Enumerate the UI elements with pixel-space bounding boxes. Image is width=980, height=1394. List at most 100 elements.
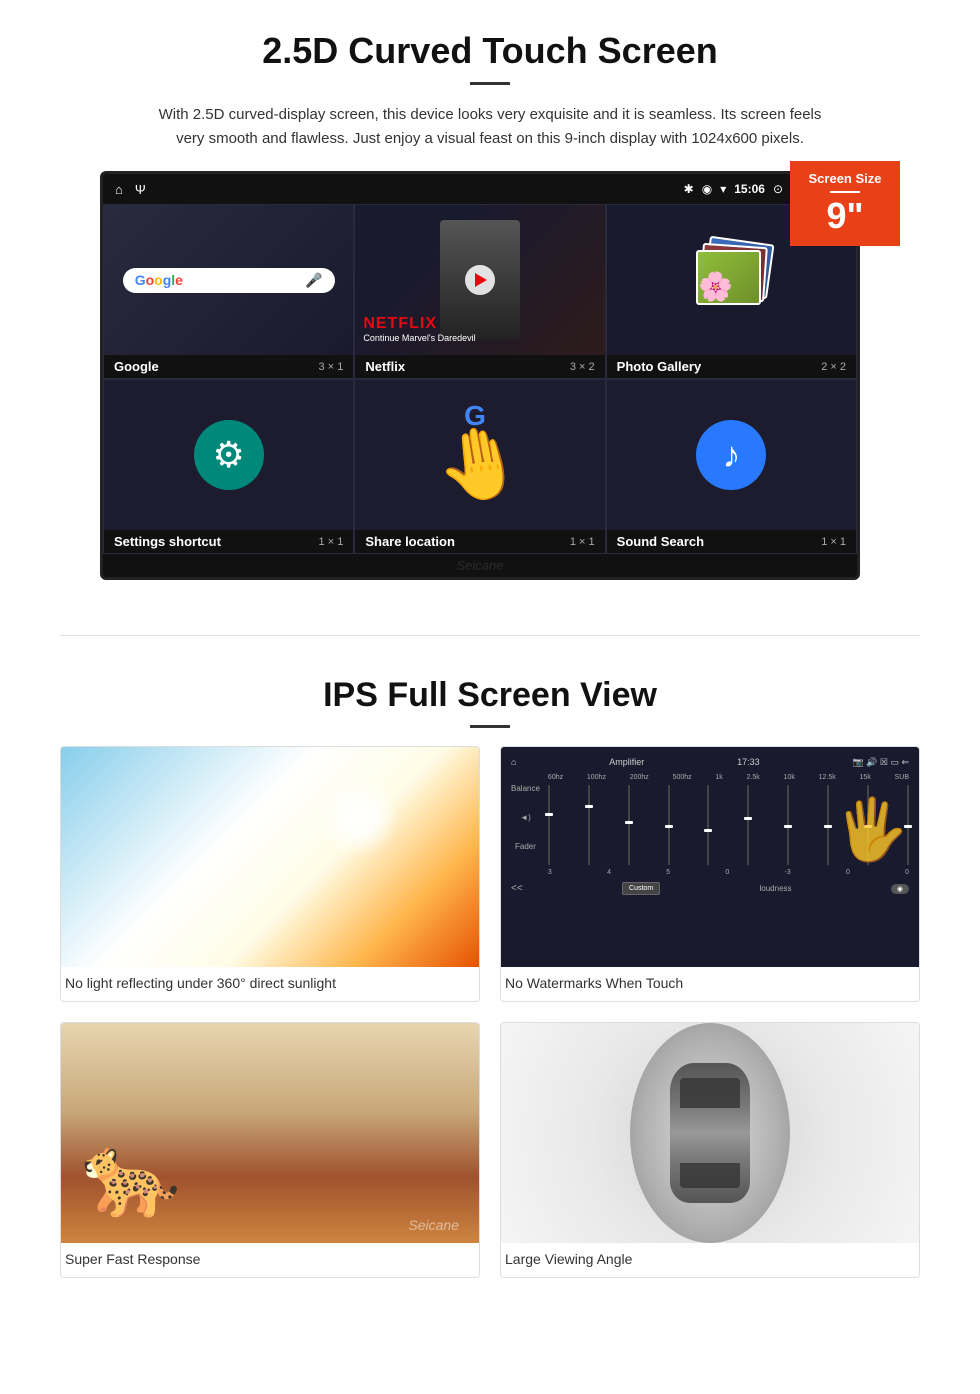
amp-db-labels: 3450-300 [548, 869, 909, 876]
status-bar-left [115, 182, 146, 197]
music-note-icon: ♪ [722, 434, 740, 476]
sound-search-label-row: Sound Search 1 × 1 [607, 530, 856, 553]
watermark-text: Seicane [457, 558, 504, 573]
section2: IPS Full Screen View No light reflecting… [0, 666, 980, 1318]
loc-icon [702, 182, 712, 196]
photo-card-3: 🌸 [696, 250, 761, 305]
settings-app-name: Settings shortcut [114, 534, 221, 549]
eq-thumb-3 [625, 821, 633, 824]
app-cell-share-location[interactable]: G 🤚 Share location 1 × 1 [354, 379, 605, 554]
cheetah-image: 🐆 Seicane [61, 1023, 479, 1243]
amp-status-bar: ⌂ Amplifier 17:33 📷 🔊 ☒ ▭ ⇐ [511, 757, 909, 768]
google-bg: Google 🎤 [104, 205, 353, 355]
badge-divider [830, 191, 860, 193]
eq-slider-1[interactable] [548, 785, 550, 865]
eq-slider-5[interactable] [707, 785, 709, 865]
share-location-label-row: Share location 1 × 1 [355, 530, 604, 553]
car-top-caption: Large Viewing Angle [501, 1243, 919, 1277]
google-search-bar[interactable]: Google 🎤 [123, 268, 335, 293]
screen-size-badge: Screen Size 9" [790, 161, 900, 246]
sound-search-bg: ♪ [607, 380, 856, 530]
app-cell-settings[interactable]: ⚙ Settings shortcut 1 × 1 [103, 379, 354, 554]
share-location-app-grid: 1 × 1 [570, 536, 595, 548]
eq-thumb-4 [665, 825, 673, 828]
section1-title-divider [470, 82, 510, 85]
netflix-label-row: Netflix 3 × 2 [355, 355, 604, 378]
netflix-logo-text: NETFLIX [363, 315, 475, 333]
settings-app-grid: 1 × 1 [319, 536, 344, 548]
amp-loudness-label: loudness [760, 884, 792, 893]
image-box-cheetah: 🐆 Seicane Super Fast Response [60, 1022, 480, 1278]
home-icon[interactable] [115, 182, 123, 197]
flower-icon: 🌸 [698, 270, 733, 303]
netflix-app-grid: 3 × 2 [570, 361, 595, 373]
wifi-icon [720, 182, 726, 196]
app-cell-google[interactable]: Google 🎤 Google 3 × 1 [103, 204, 354, 379]
eq-thumb-5 [704, 829, 712, 832]
settings-icon-circle: ⚙ [194, 420, 264, 490]
badge-title-text: Screen Size [798, 171, 892, 186]
car-top-shape [630, 1023, 790, 1243]
music-icon-circle: ♪ [696, 420, 766, 490]
photo-gallery-label-row: Photo Gallery 2 × 2 [607, 355, 856, 378]
car-top-image [501, 1023, 919, 1243]
netflix-app-name: Netflix [365, 359, 405, 374]
eq-slider-4[interactable] [668, 785, 670, 865]
sun-glow [319, 777, 399, 857]
eq-slider-7[interactable] [787, 785, 789, 865]
google-label-row: Google 3 × 1 [104, 355, 353, 378]
sound-search-app-name: Sound Search [617, 534, 704, 549]
eq-slider-3[interactable] [628, 785, 630, 865]
usb-icon [135, 182, 146, 197]
mic-icon[interactable]: 🎤 [305, 272, 322, 289]
play-button[interactable] [465, 265, 495, 295]
settings-bg: ⚙ [104, 380, 353, 530]
eq-thumb-1 [545, 813, 553, 816]
eq-thumb-7 [784, 825, 792, 828]
photo-stack: 🌸 [691, 240, 771, 320]
sound-search-app-grid: 1 × 1 [821, 536, 846, 548]
eq-thumb-6 [744, 817, 752, 820]
app-cell-netflix[interactable]: NETFLIX Continue Marvel's Daredevil Netf… [354, 204, 605, 379]
image-box-amplifier: ⌂ Amplifier 17:33 📷 🔊 ☒ ▭ ⇐ Balance ◄) F… [500, 746, 920, 1002]
amp-sliders: 🖐 [548, 785, 909, 865]
amp-title-text: Amplifier [609, 757, 644, 768]
status-time: 15:06 [734, 182, 765, 196]
device-mockup: Screen Size 9" 15:06 [100, 171, 880, 580]
play-triangle-icon [475, 273, 487, 287]
image-grid: No light reflecting under 360° direct su… [60, 746, 920, 1278]
eq-slider-2[interactable] [588, 785, 590, 865]
netflix-bg: NETFLIX Continue Marvel's Daredevil [355, 205, 604, 355]
photo-gallery-app-grid: 2 × 2 [821, 361, 846, 373]
image-box-sunlight: No light reflecting under 360° direct su… [60, 746, 480, 1002]
amp-bottom-bar: << Custom loudness ◉ [511, 882, 909, 895]
amp-custom-button[interactable]: Custom [622, 882, 660, 895]
app-grid-row2: ⚙ Settings shortcut 1 × 1 G [103, 379, 857, 554]
amp-status-icons: 📷 🔊 ☒ ▭ ⇐ [852, 757, 909, 768]
android-screen: 15:06 Google [100, 171, 860, 580]
section1-description: With 2.5D curved-display screen, this de… [150, 103, 830, 151]
google-logo: Google [135, 272, 183, 288]
status-bar: 15:06 [103, 174, 857, 204]
amplifier-caption: No Watermarks When Touch [501, 967, 919, 1001]
app-cell-sound-search[interactable]: ♪ Sound Search 1 × 1 [606, 379, 857, 554]
eq-slider-6[interactable] [747, 785, 749, 865]
settings-label-row: Settings shortcut 1 × 1 [104, 530, 353, 553]
hand-pointing-icon: 🤚 [430, 417, 530, 513]
google-app-grid: 3 × 1 [319, 361, 344, 373]
bt-icon [684, 182, 694, 196]
gear-icon: ⚙ [213, 434, 245, 476]
amp-home-icon: ⌂ [511, 757, 516, 768]
netflix-subtitle: Continue Marvel's Daredevil [363, 333, 475, 343]
app-grid-row1: Google 🎤 Google 3 × 1 [103, 204, 857, 379]
share-location-app-name: Share location [365, 534, 455, 549]
amp-freq-labels: 60hz100hz200hz500hz1k2.5k10k12.5k15kSUB [548, 774, 909, 781]
amp-loudness-toggle[interactable]: ◉ [891, 884, 909, 894]
section1-title: 2.5D Curved Touch Screen [60, 30, 920, 72]
google-app-name: Google [114, 359, 159, 374]
amp-prev-icon[interactable]: << [511, 883, 523, 894]
badge-size-text: 9" [798, 198, 892, 234]
amplifier-image: ⌂ Amplifier 17:33 📷 🔊 ☒ ▭ ⇐ Balance ◄) F… [501, 747, 919, 967]
eq-slider-8[interactable] [827, 785, 829, 865]
amp-side-labels: Balance ◄) Fader [511, 784, 540, 851]
